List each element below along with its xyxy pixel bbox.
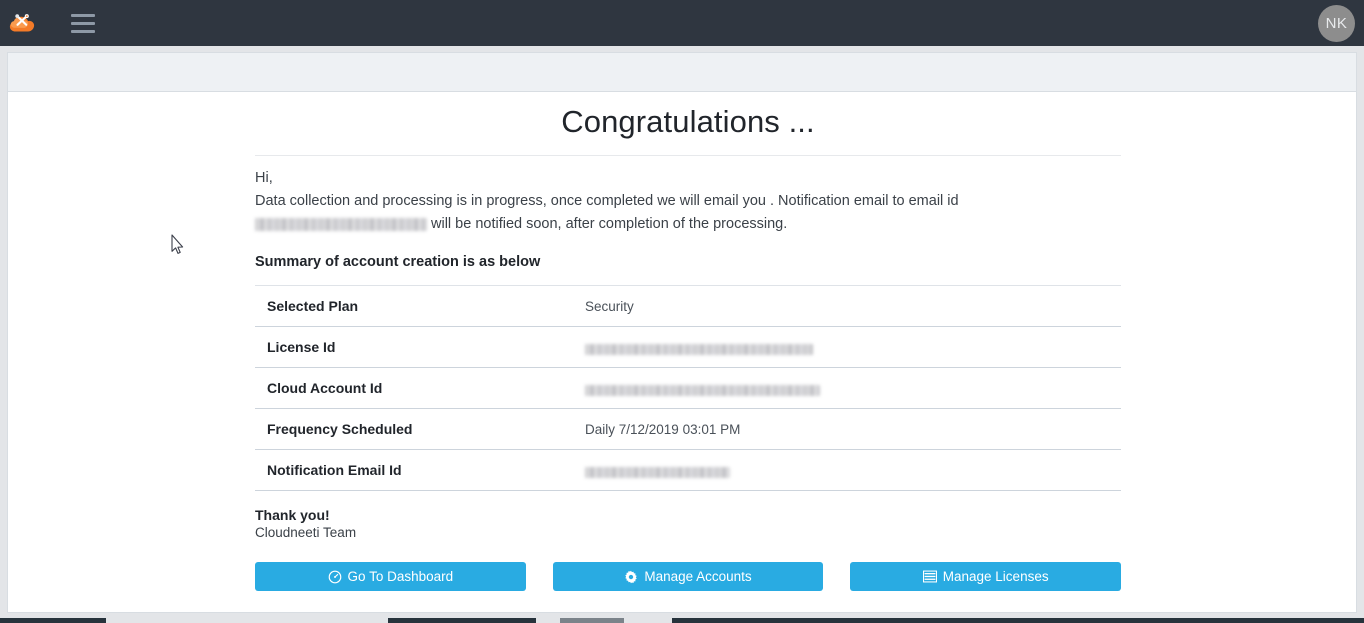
hamburger-menu-icon[interactable]: [66, 6, 100, 40]
intro-line-2: will be notified soon, after completion …: [255, 213, 1121, 236]
app-root: NK Congratulations ... Hi, Data collecti…: [0, 0, 1364, 623]
avatar[interactable]: NK: [1318, 5, 1355, 42]
button-label: Manage Accounts: [644, 569, 752, 584]
dashboard-gauge-icon: [328, 570, 341, 583]
thank-you-text: Thank you!: [255, 507, 330, 523]
page-title: Congratulations ...: [255, 104, 1121, 156]
table-row: Cloud Account Id: [255, 367, 1121, 409]
summary-section-title: Summary of account creation is as below: [255, 254, 1121, 286]
list-table-icon: [922, 570, 937, 583]
row-label: License Id: [255, 326, 585, 368]
intro-message: Hi, Data collection and processing is in…: [255, 156, 1121, 236]
page-body: Congratulations ... Hi, Data collection …: [0, 46, 1364, 623]
go-to-dashboard-button[interactable]: Go To Dashboard: [255, 562, 526, 591]
brand-logo[interactable]: [0, 0, 46, 46]
hamburger-line: [71, 21, 95, 25]
avatar-initials: NK: [1325, 15, 1348, 32]
closing-message: Thank you! Cloudneeti Team: [255, 507, 1121, 541]
congratulations-content: Congratulations ... Hi, Data collection …: [255, 104, 1121, 541]
taskbar-segment: [388, 618, 536, 623]
intro-line-2-text: will be notified soon, after completion …: [431, 216, 788, 232]
redacted-cloud-account-id: [585, 384, 820, 396]
row-value: [585, 367, 1121, 409]
row-value: Daily 7/12/2019 03:01 PM: [585, 408, 1121, 450]
manage-accounts-button[interactable]: Manage Accounts: [552, 562, 824, 591]
table-row: Selected Plan Security: [255, 286, 1121, 327]
content-panel: Congratulations ... Hi, Data collection …: [7, 52, 1357, 613]
row-value: Security: [585, 286, 1121, 327]
redacted-email-value: [255, 218, 427, 231]
button-label: Go To Dashboard: [347, 569, 454, 584]
panel-content: Congratulations ... Hi, Data collection …: [8, 92, 1356, 612]
button-label: Manage Licenses: [942, 569, 1049, 584]
gear-icon: [625, 570, 638, 583]
row-label: Cloud Account Id: [255, 367, 585, 409]
greeting-line: Hi,: [255, 170, 273, 186]
redacted-notification-email-id: [585, 466, 730, 478]
taskbar-segment: [0, 618, 106, 623]
top-navbar: NK: [0, 0, 1364, 46]
team-signature: Cloudneeti Team: [255, 525, 357, 540]
manage-licenses-button[interactable]: Manage Licenses: [850, 562, 1122, 591]
table-row: License Id: [255, 326, 1121, 368]
table-row: Frequency Scheduled Daily 7/12/2019 03:0…: [255, 408, 1121, 450]
taskbar-segment: [672, 618, 1364, 623]
table-row: Notification Email Id: [255, 449, 1121, 491]
hamburger-line: [71, 29, 95, 33]
redacted-license-id: [585, 343, 813, 355]
row-label: Selected Plan: [255, 286, 585, 327]
row-label: Frequency Scheduled: [255, 408, 585, 450]
panel-header-bar: [8, 53, 1356, 92]
account-summary-table: Selected Plan Security License Id Cloud: [255, 286, 1121, 491]
taskbar-strip: [0, 618, 1364, 623]
row-value: [585, 449, 1121, 491]
hamburger-line: [71, 13, 95, 17]
action-buttons: Go To Dashboard Manage Accounts Manage L…: [255, 562, 1122, 591]
intro-line-1: Data collection and processing is in pro…: [255, 193, 959, 209]
row-value: [585, 326, 1121, 368]
taskbar-segment: [560, 618, 624, 623]
cloud-tools-logo-icon: [9, 14, 35, 32]
row-label: Notification Email Id: [255, 449, 585, 491]
